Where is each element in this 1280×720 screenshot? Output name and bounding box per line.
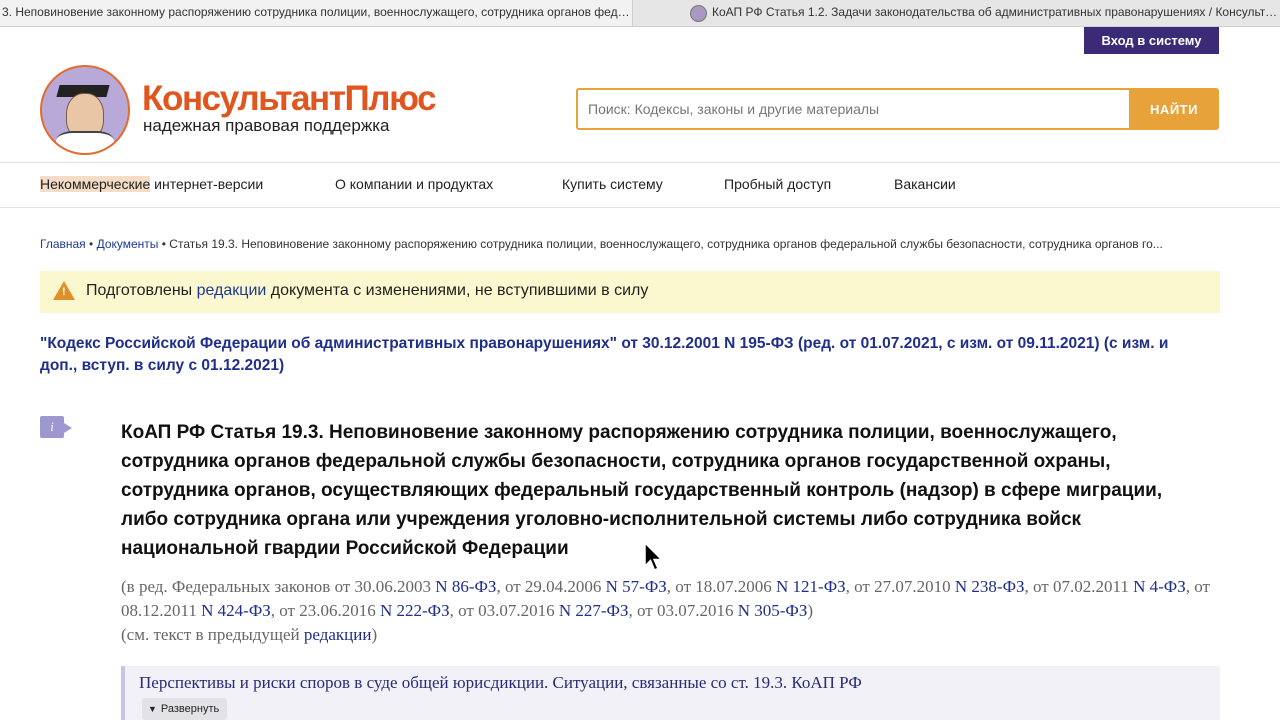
search-input[interactable] (576, 88, 1130, 130)
edition-link[interactable]: N 121-ФЗ (776, 577, 846, 596)
favicon-icon (690, 5, 707, 22)
article-editions: (в ред. Федеральных законов от 30.06.200… (121, 577, 1210, 644)
edition-link[interactable]: N 227-ФЗ (559, 601, 629, 620)
mouse-cursor-icon (644, 542, 664, 571)
nav-item-about[interactable]: О компании и продуктах (335, 176, 493, 192)
breadcrumb-separator: • (85, 237, 97, 251)
brand-tagline: надежная правовая поддержка (143, 116, 390, 135)
browser-tab-2[interactable]: КоАП РФ Статья 1.2. Задачи законодательс… (640, 0, 1280, 26)
perspectives-title: Перспективы и риски споров в суде общей … (139, 673, 862, 692)
edition-link[interactable]: N 238-ФЗ (955, 577, 1025, 596)
warning-icon: ! (53, 281, 75, 300)
nav-item-noncommercial[interactable]: Некоммерческие интернет-версии (40, 176, 263, 192)
nav-item-vacancies[interactable]: Вакансии (894, 176, 956, 192)
warning-editions-link[interactable]: редакции (197, 282, 267, 299)
info-icon[interactable]: i (40, 416, 72, 438)
edition-link[interactable]: N 86-ФЗ (435, 577, 496, 596)
breadcrumb-home[interactable]: Главная (40, 237, 86, 251)
brand-name[interactable]: КонсультантПлюс (142, 79, 437, 119)
browser-tab-2-title: КоАП РФ Статья 1.2. Задачи законодательс… (712, 5, 1280, 19)
browser-tab-strip: 3. Неповиновение законному распоряжению … (0, 0, 1280, 27)
browser-tab-1[interactable]: 3. Неповиновение законному распоряжению … (0, 0, 633, 26)
breadcrumb-current: Статья 19.3. Неповиновение законному рас… (169, 237, 1163, 251)
editions-warning: ! Подготовлены редакции документа с изме… (40, 271, 1220, 313)
expand-label: Развернуть (160, 703, 220, 715)
edition-link[interactable]: N 424-ФЗ (201, 601, 271, 620)
breadcrumb: Главная • Документы • Статья 19.3. Непов… (40, 237, 1220, 251)
nav-item-highlight: Некоммерческие (40, 176, 151, 192)
nav-item-buy[interactable]: Купить систему (562, 176, 663, 192)
main-nav: Некоммерческие интернет-версии О компани… (0, 162, 1280, 208)
edition-link[interactable]: N 222-ФЗ (380, 601, 450, 620)
expand-button[interactable]: ▼ Развернуть (142, 698, 228, 720)
edition-link[interactable]: N 305-ФЗ (738, 601, 808, 620)
previous-edition-link[interactable]: редакции (304, 625, 372, 644)
logo-professor-icon[interactable] (40, 65, 130, 155)
nav-item-trial[interactable]: Пробный доступ (724, 176, 831, 192)
search-button[interactable]: НАЙТИ (1129, 88, 1219, 130)
perspectives-block: Перспективы и риски споров в суде общей … (121, 666, 1220, 720)
breadcrumb-separator: • (158, 237, 170, 251)
edition-link[interactable]: N 57-ФЗ (606, 577, 667, 596)
document-title-link[interactable]: "Кодекс Российской Федерации об админист… (40, 333, 1200, 377)
login-button[interactable]: Вход в систему (1084, 27, 1219, 54)
breadcrumb-documents[interactable]: Документы (97, 237, 159, 251)
chevron-down-icon: ▼ (148, 704, 157, 714)
nav-item-label: интернет-версии (150, 176, 264, 192)
edition-link[interactable]: N 4-ФЗ (1133, 577, 1186, 596)
warning-text: Подготовлены редакции документа с измене… (86, 282, 649, 299)
